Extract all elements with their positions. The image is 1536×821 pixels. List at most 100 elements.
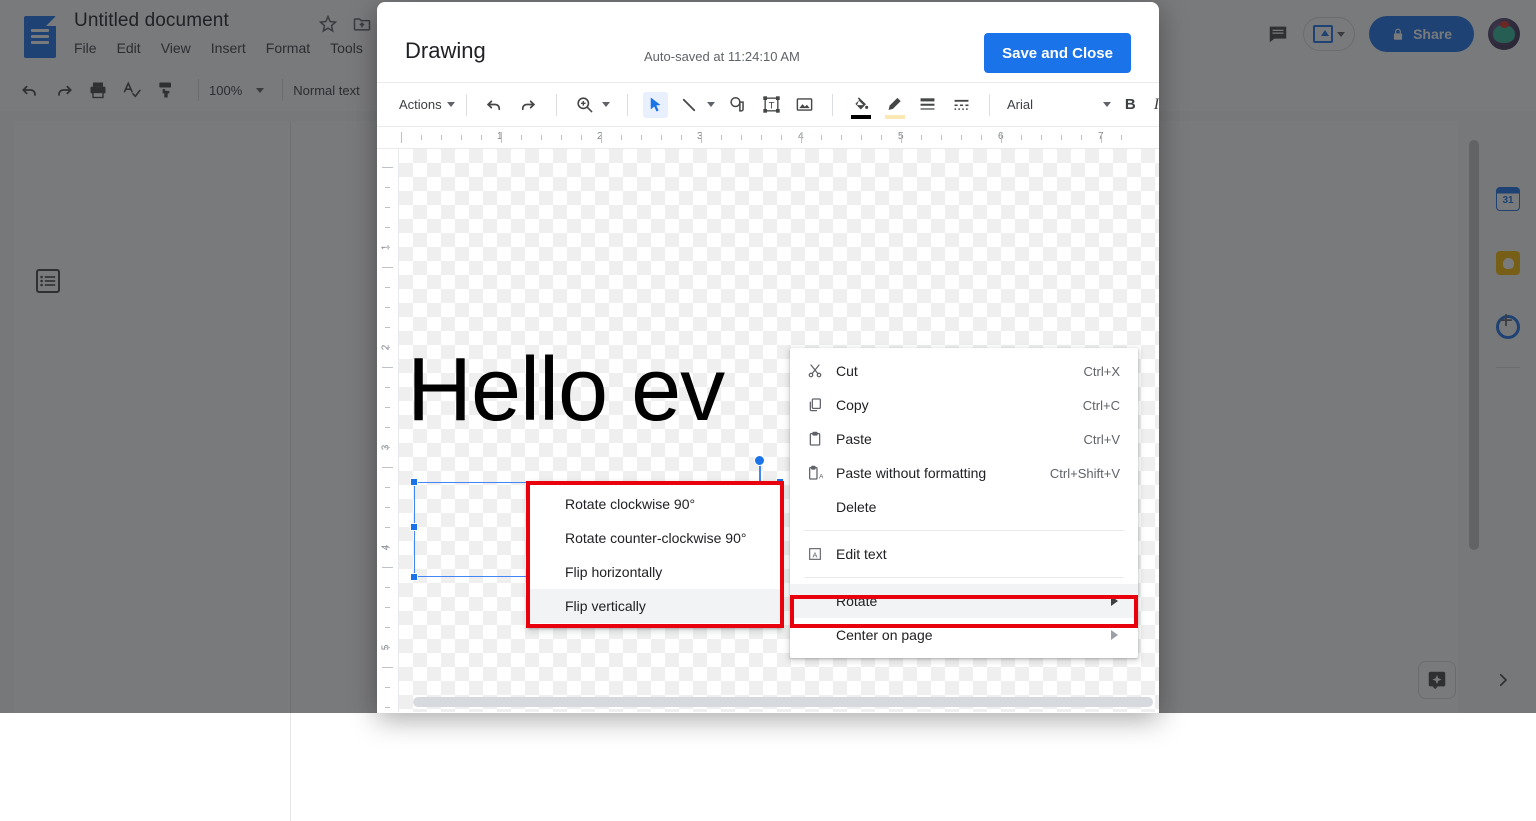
ruler-tick — [641, 135, 642, 140]
submenu-item-rotate-clockwise[interactable]: Rotate clockwise 90° — [528, 487, 782, 521]
context-menu-item-copy[interactable]: Copy Ctrl+C — [790, 388, 1138, 422]
ruler-tick — [385, 647, 390, 648]
chevron-down-icon[interactable] — [602, 102, 610, 107]
image-icon[interactable] — [792, 92, 817, 118]
context-menu-accelerator: Ctrl+C — [1083, 398, 1120, 413]
ruler-tick — [385, 287, 390, 288]
paste-without-formatting-icon: A — [804, 463, 826, 483]
actions-label: Actions — [399, 97, 442, 112]
submenu-arrow-icon — [1111, 630, 1118, 640]
ruler-tick — [861, 135, 862, 140]
ruler-tick — [1081, 135, 1082, 140]
canvas-horizontal-scrollbar[interactable] — [413, 697, 1153, 707]
ruler-tick — [761, 135, 762, 140]
ruler-tick — [801, 132, 802, 143]
horizontal-ruler[interactable]: 1 2 3 4 5 6 7 — [377, 127, 1159, 149]
redo-icon[interactable] — [515, 92, 540, 118]
context-menu-item-paste[interactable]: Paste Ctrl+V — [790, 422, 1138, 456]
context-menu-label: Edit text — [836, 546, 887, 562]
bold-button[interactable]: B — [1125, 96, 1136, 113]
svg-text:A: A — [819, 473, 823, 480]
ruler-tick — [385, 627, 390, 628]
select-cursor-icon[interactable] — [643, 92, 668, 118]
ruler-tick — [941, 135, 942, 140]
ruler-tick — [421, 135, 422, 140]
ruler-tick — [385, 587, 390, 588]
actions-menu[interactable]: Actions — [399, 97, 455, 112]
drawing-dialog-header: Drawing Auto-saved at 11:24:10 AM Save a… — [377, 2, 1159, 83]
ruler-tick — [961, 135, 962, 140]
ruler-tick — [385, 607, 390, 608]
context-menu-label: Center on page — [836, 627, 933, 643]
context-menu-item-center-on-page[interactable]: Center on page — [790, 618, 1138, 652]
context-menu-label: Copy — [836, 397, 869, 413]
zoom-icon[interactable] — [572, 92, 597, 118]
context-menu-item-paste-without-formatting[interactable]: A Paste without formatting Ctrl+Shift+V — [790, 456, 1138, 490]
ruler-tick — [385, 547, 390, 548]
cut-scissors-icon — [804, 361, 826, 381]
ruler-tick — [701, 132, 702, 143]
toolbar-divider — [832, 94, 833, 116]
context-menu-label: Cut — [836, 363, 858, 379]
shape-icon[interactable] — [725, 92, 750, 118]
ruler-tick — [601, 132, 602, 143]
toolbar-divider — [627, 94, 628, 116]
ruler-tick — [661, 135, 662, 140]
ruler-tick — [385, 507, 390, 508]
context-menu-item-edit-text[interactable]: A Edit text — [790, 537, 1138, 571]
submenu-item-flip-vertically[interactable]: Flip vertically — [528, 589, 782, 623]
toolbar-divider — [466, 94, 467, 116]
ruler-tick — [741, 135, 742, 140]
ruler-tick — [541, 135, 542, 140]
ruler-tick — [441, 135, 442, 140]
ruler-tick — [385, 407, 390, 408]
ruler-tick — [681, 135, 682, 140]
rotation-handle[interactable] — [754, 455, 765, 466]
ruler-tick — [1061, 135, 1062, 140]
submenu-item-flip-horizontally[interactable]: Flip horizontally — [528, 555, 782, 589]
ruler-tick — [501, 132, 502, 143]
ruler-tick — [781, 135, 782, 140]
submenu-item-rotate-counter-clockwise[interactable]: Rotate counter-clockwise 90° — [528, 521, 782, 555]
ruler-tick — [382, 667, 393, 668]
selection-handle-middle-left[interactable] — [410, 523, 418, 531]
submenu-arrow-icon — [1111, 596, 1118, 606]
ruler-tick — [382, 167, 393, 168]
chevron-down-icon — [447, 102, 455, 107]
context-menu-item-rotate[interactable]: Rotate — [790, 584, 1138, 618]
font-family-select[interactable]: Arial — [1001, 97, 1103, 112]
ruler-tick — [385, 187, 390, 188]
ruler-tick — [621, 135, 622, 140]
ruler-tick — [1101, 132, 1102, 143]
selection-handle-top-left[interactable] — [410, 478, 418, 486]
chevron-down-icon[interactable] — [707, 102, 715, 107]
italic-button[interactable]: I — [1154, 96, 1159, 114]
ruler-tick — [385, 447, 390, 448]
ruler-tick — [385, 307, 390, 308]
line-dash-icon[interactable] — [949, 92, 974, 118]
ruler-tick — [382, 267, 393, 268]
undo-icon[interactable] — [482, 92, 507, 118]
drawing-toolbar: Actions T — [377, 83, 1159, 127]
ruler-tick — [481, 135, 482, 140]
line-color-icon[interactable] — [882, 92, 907, 118]
line-icon[interactable] — [676, 92, 701, 118]
context-menu-item-cut[interactable]: Cut Ctrl+X — [790, 354, 1138, 388]
context-menu-divider — [804, 530, 1124, 531]
selection-handle-bottom-left[interactable] — [410, 573, 418, 581]
text-box-icon[interactable]: T — [758, 92, 783, 118]
ruler-tick — [461, 135, 462, 140]
rotate-submenu: Rotate clockwise 90° Rotate counter-cloc… — [528, 482, 782, 628]
context-menu-label: Paste — [836, 431, 872, 447]
ruler-tick — [382, 567, 393, 568]
drawing-text-object[interactable]: Hello ev — [407, 339, 724, 442]
fill-color-icon[interactable] — [848, 92, 873, 118]
ruler-tick — [385, 347, 390, 348]
vertical-ruler[interactable]: 1 2 3 4 5 — [377, 149, 399, 712]
context-menu-item-delete[interactable]: Delete — [790, 490, 1138, 524]
save-and-close-button[interactable]: Save and Close — [984, 33, 1131, 73]
chevron-down-icon[interactable] — [1103, 102, 1111, 107]
ruler-tick — [981, 135, 982, 140]
line-weight-icon[interactable] — [915, 92, 940, 118]
ruler-tick — [561, 135, 562, 140]
